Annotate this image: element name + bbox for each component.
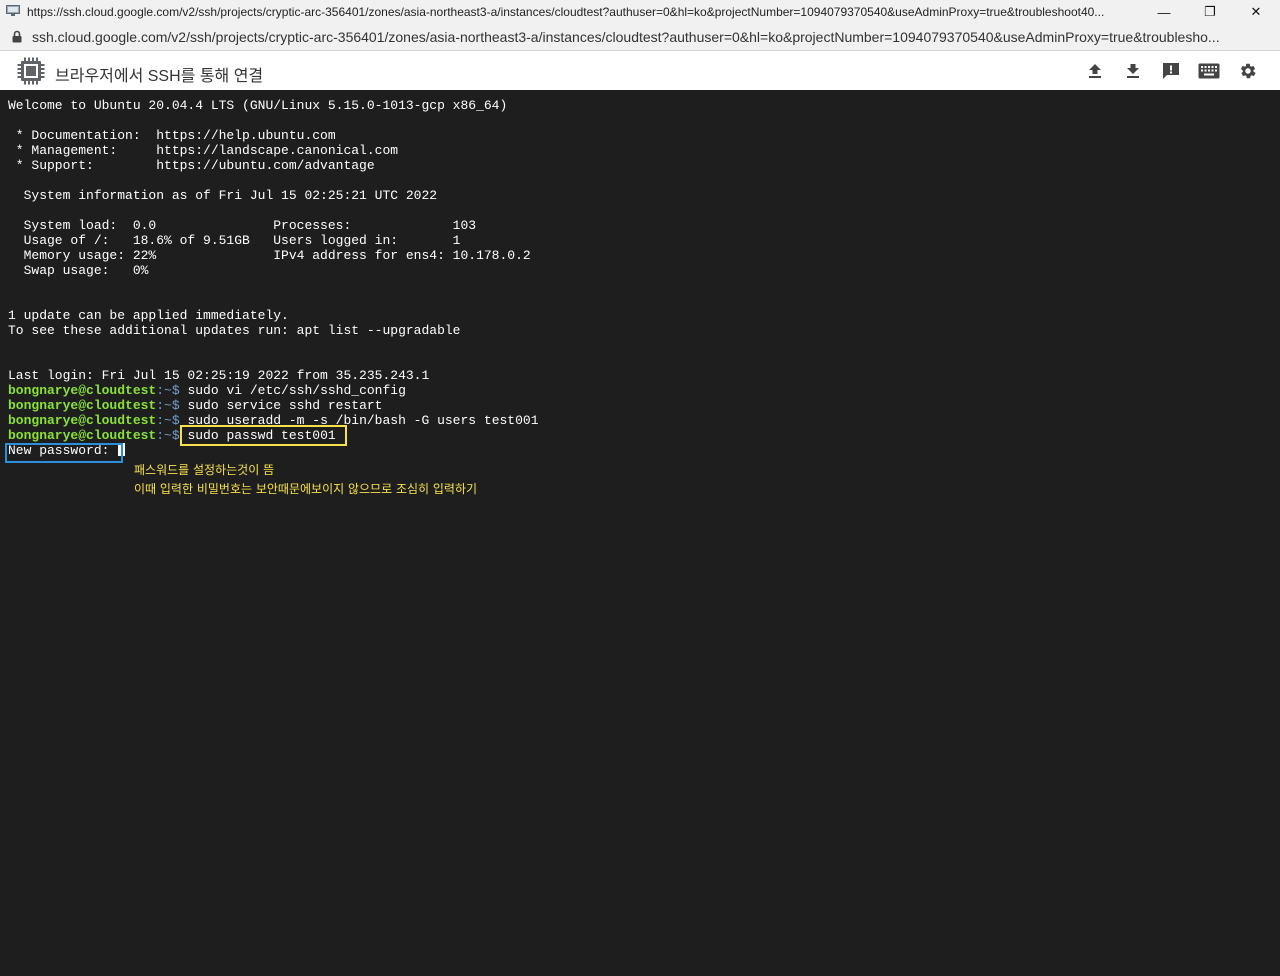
upload-file-button[interactable] bbox=[1083, 59, 1107, 83]
settings-icon bbox=[1240, 63, 1256, 79]
command-text: sudo vi /etc/ssh/sshd_config bbox=[179, 383, 406, 398]
window-title-bar: https://ssh.cloud.google.com/v2/ssh/proj… bbox=[0, 0, 1280, 24]
keyboard-button[interactable] bbox=[1197, 59, 1221, 83]
remote-desktop-icon bbox=[6, 5, 20, 16]
url-text[interactable]: ssh.cloud.google.com/v2/ssh/projects/cry… bbox=[32, 29, 1262, 45]
maximize-button[interactable]: ❐ bbox=[1187, 0, 1233, 24]
ssh-toolbar: 브라우저에서 SSH를 통해 연결 bbox=[0, 51, 1280, 90]
terminal-line: * Documentation: https://help.ubuntu.com bbox=[8, 128, 336, 143]
terminal-line: 1 update can be applied immediately. bbox=[8, 308, 289, 323]
close-button[interactable]: ✕ bbox=[1233, 0, 1279, 24]
lock-icon bbox=[12, 30, 22, 43]
terminal-line: * Management: https://landscape.canonica… bbox=[8, 143, 399, 158]
compute-engine-chip-icon bbox=[17, 57, 45, 85]
terminal-line: System information as of Fri Jul 15 02:2… bbox=[8, 188, 438, 203]
prompt-user: bongnarye@cloudtest bbox=[8, 398, 157, 413]
prompt-user: bongnarye@cloudtest bbox=[8, 428, 157, 443]
command-highlight-box bbox=[180, 425, 347, 446]
window-title: https://ssh.cloud.google.com/v2/ssh/proj… bbox=[27, 5, 1105, 19]
prompt-path: :~$ bbox=[156, 428, 180, 443]
prompt-user: bongnarye@cloudtest bbox=[8, 413, 157, 428]
keyboard-icon bbox=[1198, 63, 1220, 79]
password-prompt-highlight-box bbox=[5, 443, 123, 463]
prompt-path: :~$ bbox=[156, 413, 180, 428]
upload-icon bbox=[1089, 64, 1101, 78]
address-bar[interactable]: ssh.cloud.google.com/v2/ssh/projects/cry… bbox=[0, 24, 1280, 51]
command-line: bongnarye@cloudtest:~$ sudo vi /etc/ssh/… bbox=[8, 383, 406, 398]
command-text: sudo service sshd restart bbox=[179, 398, 383, 413]
page-title: 브라우저에서 SSH를 통해 연결 bbox=[55, 68, 264, 85]
annotation-text: 패스워드를 설정하는것이 뜸 bbox=[134, 463, 275, 477]
terminal-line: * Support: https://ubuntu.com/advantage bbox=[8, 158, 375, 173]
terminal-line: Swap usage: 0% bbox=[8, 263, 149, 278]
minimize-button[interactable]: — bbox=[1141, 0, 1187, 24]
terminal-line: To see these additional updates run: apt… bbox=[8, 323, 461, 338]
terminal-line: Memory usage: 22% IPv4 address for ens4:… bbox=[8, 248, 531, 263]
feedback-button[interactable] bbox=[1159, 59, 1183, 83]
prompt-path: :~$ bbox=[156, 383, 180, 398]
command-line: bongnarye@cloudtest:~$ sudo service sshd… bbox=[8, 398, 382, 413]
terminal-line: System load: 0.0 Processes: 103 bbox=[8, 218, 477, 233]
terminal-line: Last login: Fri Jul 15 02:25:19 2022 fro… bbox=[8, 368, 430, 383]
feedback-icon bbox=[1163, 63, 1179, 79]
prompt-user: bongnarye@cloudtest bbox=[8, 383, 157, 398]
settings-button[interactable] bbox=[1236, 59, 1260, 83]
terminal-line: Usage of /: 18.6% of 9.51GB Users logged… bbox=[8, 233, 461, 248]
prompt-path: :~$ bbox=[156, 398, 180, 413]
annotation-text: 이때 입력한 비밀번호는 보안때문에보이지 않으므로 조심히 입력하기 bbox=[134, 482, 478, 496]
terminal-line: Welcome to Ubuntu 20.04.4 LTS (GNU/Linux… bbox=[8, 98, 508, 113]
download-file-button[interactable] bbox=[1121, 59, 1145, 83]
download-icon bbox=[1127, 64, 1139, 78]
